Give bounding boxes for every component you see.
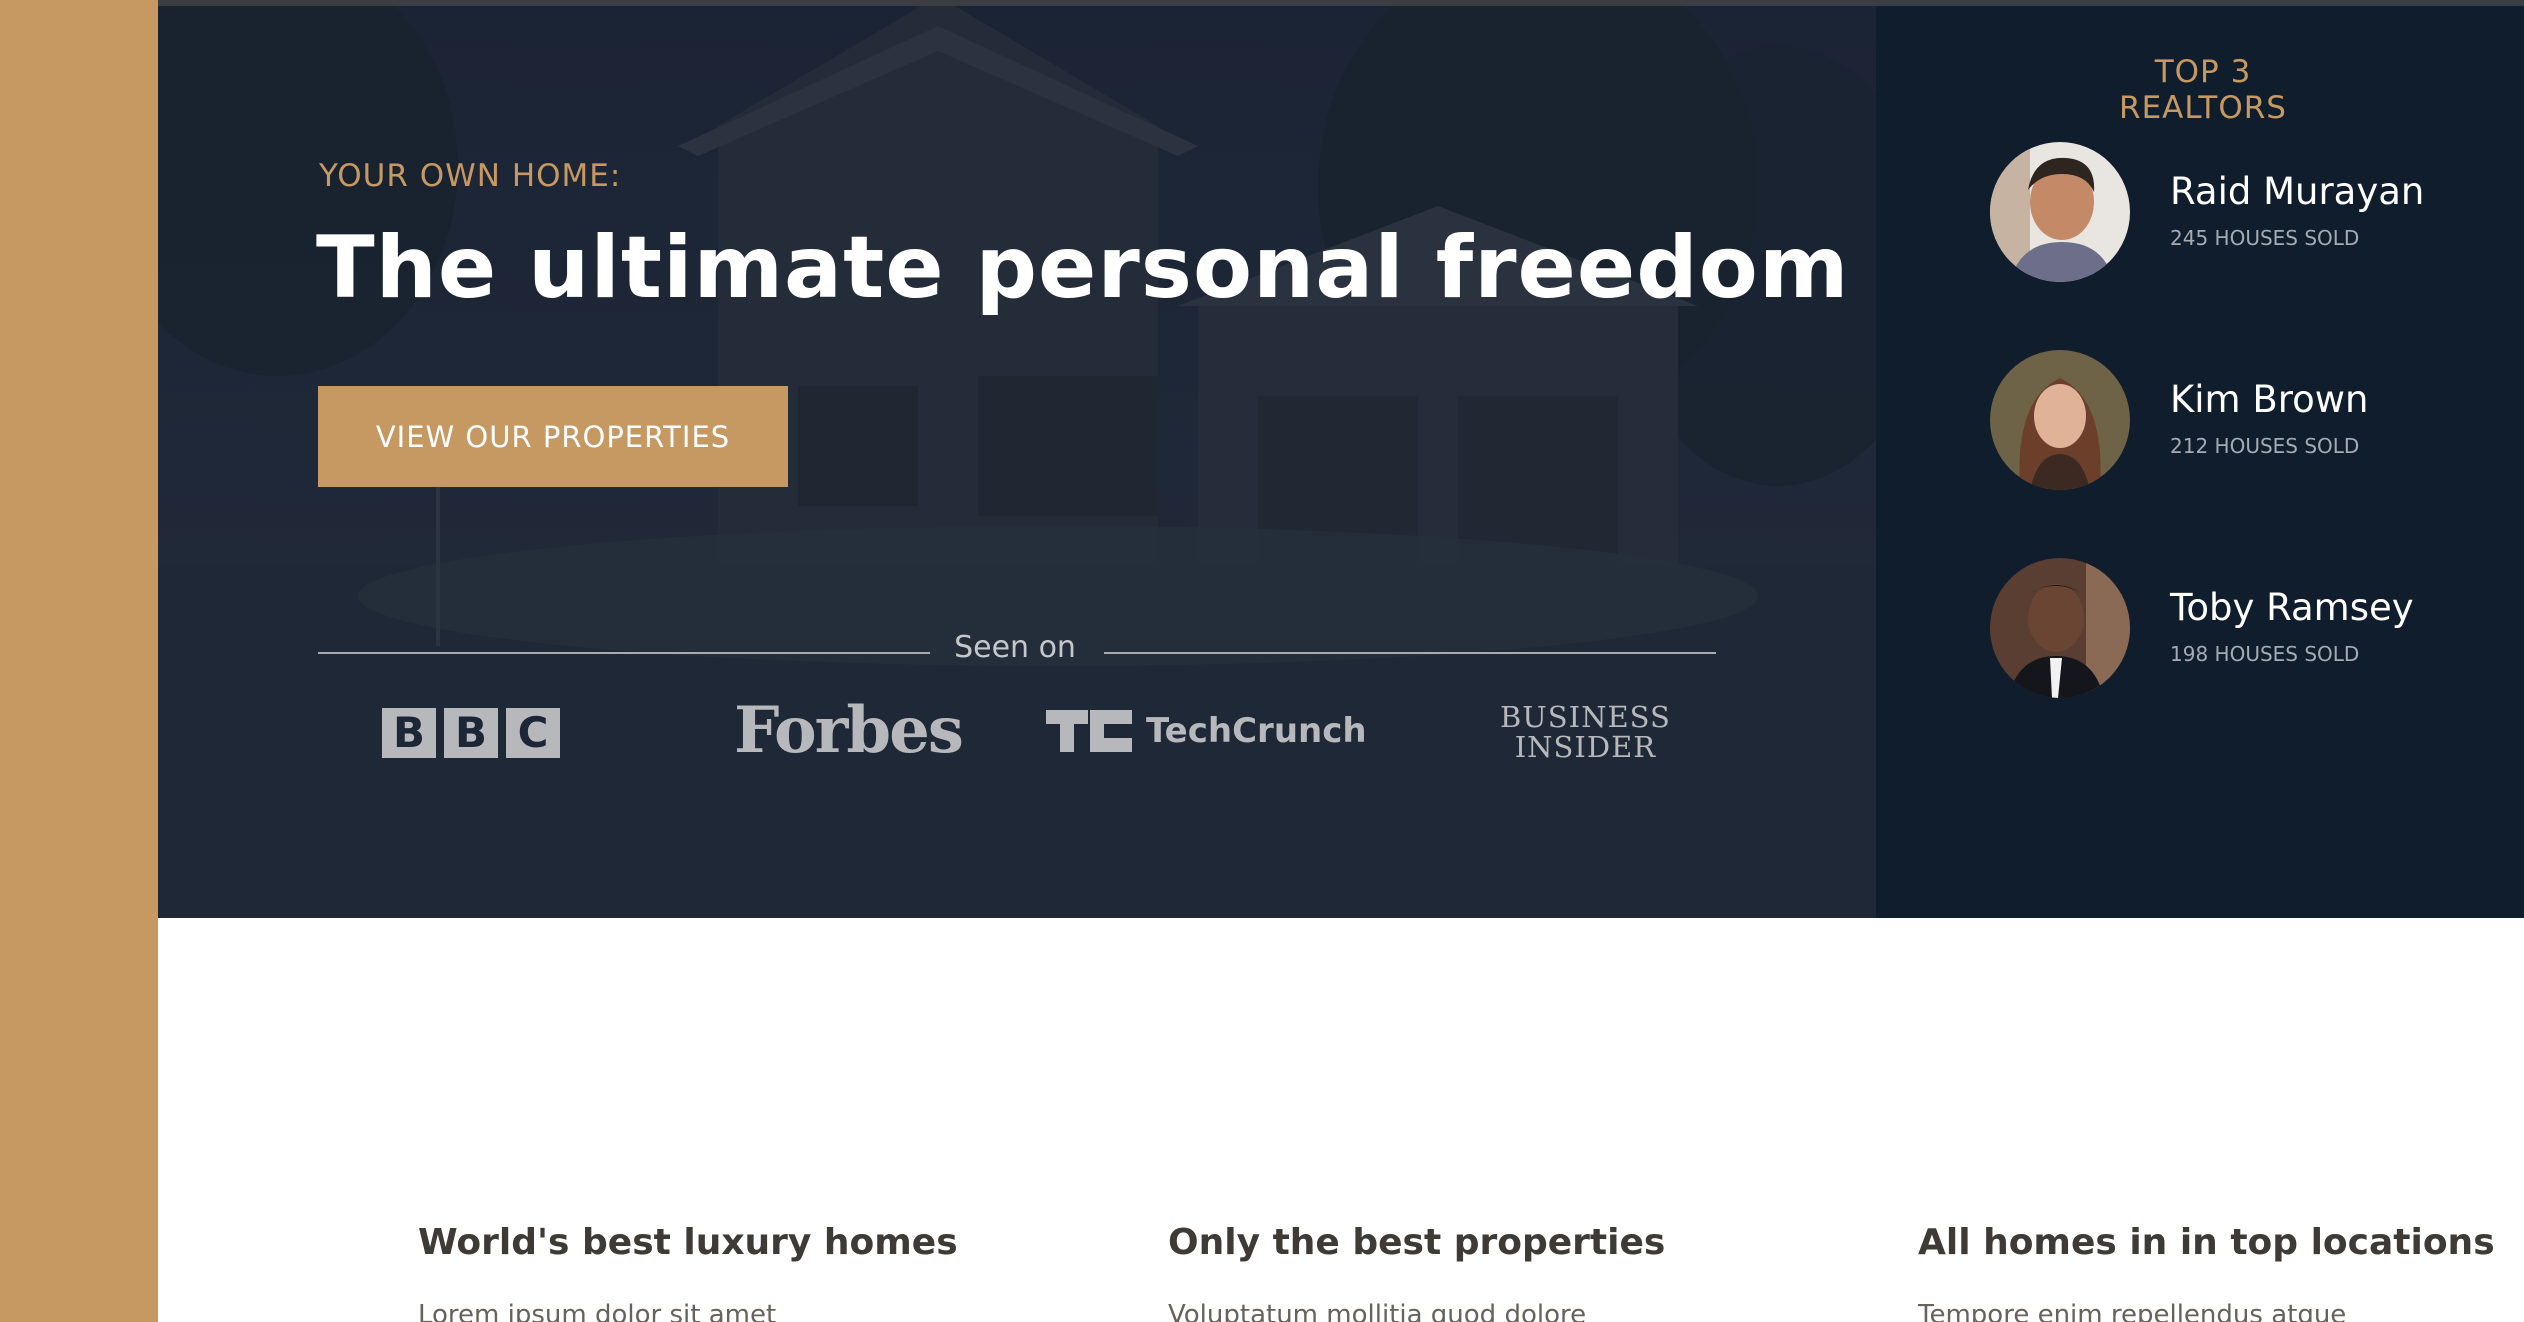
realtor-houses-sold: 245 HOUSES SOLD [2170, 226, 2360, 250]
bbc-logo: B B C [382, 708, 560, 758]
techcrunch-mark-icon [1046, 710, 1132, 752]
left-accent-strip [0, 0, 158, 1322]
forbes-logo: Forbes [734, 693, 964, 768]
realtor-avatar [1990, 350, 2130, 490]
business-insider-logo: BUSINESS INSIDER [1500, 702, 1671, 762]
realtor-name: Kim Brown [2170, 378, 2369, 421]
realtor-name: Toby Ramsey [2170, 586, 2414, 629]
realtor-houses-sold: 198 HOUSES SOLD [2170, 642, 2360, 666]
hero-eyebrow: YOUR OWN HOME: [319, 158, 622, 194]
hero-headline: The ultimate personal freedom [316, 218, 1850, 318]
feature-body: Voluptatum mollitia quod dolore [1168, 1300, 1587, 1322]
person-icon [1990, 558, 2130, 698]
person-icon [1990, 142, 2130, 282]
feature-title: All homes in in top locations [1918, 1222, 2495, 1263]
feature-title: World's best luxury homes [418, 1222, 958, 1263]
techcrunch-wordmark: TechCrunch [1146, 711, 1367, 751]
feature-title: Only the best properties [1168, 1222, 1666, 1263]
feature-body: Lorem ipsum dolor sit amet [418, 1300, 777, 1322]
realtor-card[interactable]: Raid Murayan 245 HOUSES SOLD [1990, 142, 2510, 282]
realtor-houses-sold: 212 HOUSES SOLD [2170, 434, 2360, 458]
bbc-letter: C [506, 708, 560, 758]
bbc-letter: B [382, 708, 436, 758]
realtor-card[interactable]: Kim Brown 212 HOUSES SOLD [1990, 350, 2510, 490]
business-insider-line: BUSINESS [1500, 700, 1671, 734]
bbc-letter: B [444, 708, 498, 758]
seen-on-label: Seen on [954, 630, 1076, 665]
realtor-avatar [1990, 142, 2130, 282]
seen-on-divider-left [318, 652, 930, 654]
view-properties-button[interactable]: VIEW OUR PROPERTIES [318, 386, 788, 487]
realtor-avatar [1990, 558, 2130, 698]
sidebar-title: TOP 3 REALTORS [2119, 54, 2287, 126]
realtor-name: Raid Murayan [2170, 170, 2425, 213]
techcrunch-logo: TechCrunch [1046, 710, 1367, 752]
person-icon [1990, 350, 2130, 490]
seen-on-divider-right [1104, 652, 1716, 654]
realtor-card[interactable]: Toby Ramsey 198 HOUSES SOLD [1990, 558, 2510, 698]
business-insider-line: INSIDER [1514, 730, 1657, 764]
feature-body: Tempore enim repellendus atque [1918, 1300, 2347, 1322]
